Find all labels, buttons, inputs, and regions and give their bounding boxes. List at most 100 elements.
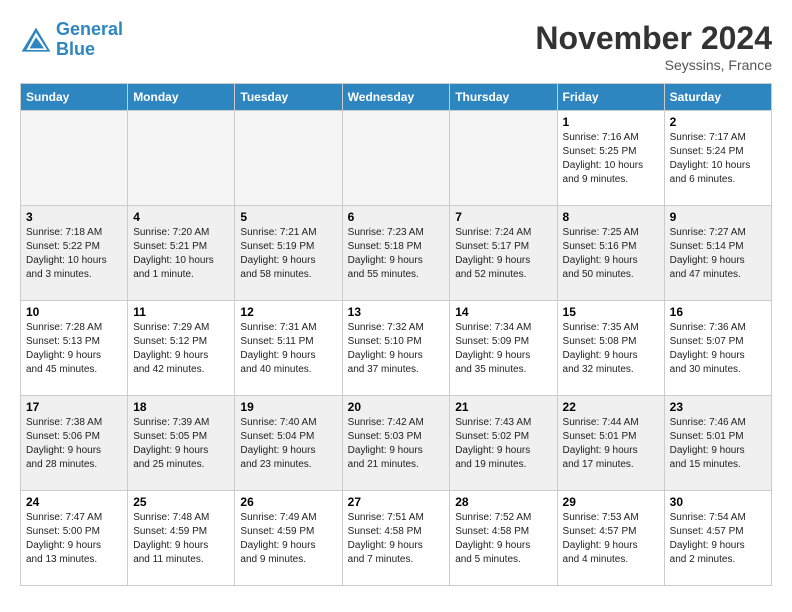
day-number: 4 (133, 210, 229, 224)
day-number: 7 (455, 210, 551, 224)
weekday-header-monday: Monday (128, 84, 235, 111)
calendar-cell: 20 Sunrise: 7:42 AM Sunset: 5:03 PM Dayli… (342, 396, 450, 491)
calendar-cell: 13 Sunrise: 7:32 AM Sunset: 5:10 PM Dayli… (342, 301, 450, 396)
month-title: November 2024 (535, 20, 772, 57)
logo-line2: Blue (56, 39, 95, 59)
calendar-cell: 8Sunrise: 7:25 AM Sunset: 5:16 PM Daylig… (557, 206, 664, 301)
day-info: Sunrise: 7:42 AM Sunset: 5:03 PM Dayligh… (348, 416, 445, 472)
calendar-cell: 6 Sunrise: 7:23 AM Sunset: 5:18 PM Daylig… (342, 206, 450, 301)
calendar-cell: 14 Sunrise: 7:34 AM Sunset: 5:09 PM Dayli… (450, 301, 557, 396)
day-number: 6 (348, 210, 445, 224)
day-number: 15 (563, 305, 659, 319)
day-info: Sunrise: 7:53 AM Sunset: 4:57 PM Dayligh… (563, 511, 659, 567)
calendar: SundayMondayTuesdayWednesdayThursdayFrid… (20, 83, 772, 586)
calendar-cell: 22Sunrise: 7:44 AM Sunset: 5:01 PM Dayli… (557, 396, 664, 491)
calendar-cell: 25 Sunrise: 7:48 AM Sunset: 4:59 PM Dayli… (128, 491, 235, 586)
day-number: 25 (133, 495, 229, 509)
day-info: Sunrise: 7:17 AM Sunset: 5:24 PM Dayligh… (670, 131, 766, 187)
calendar-cell: 11 Sunrise: 7:29 AM Sunset: 5:12 PM Dayli… (128, 301, 235, 396)
day-info: Sunrise: 7:24 AM Sunset: 5:17 PM Dayligh… (455, 226, 551, 282)
day-number: 19 (240, 400, 336, 414)
day-info: Sunrise: 7:40 AM Sunset: 5:04 PM Dayligh… (240, 416, 336, 472)
day-number: 1 (563, 115, 659, 129)
day-number: 24 (26, 495, 122, 509)
day-info: Sunrise: 7:35 AM Sunset: 5:08 PM Dayligh… (563, 321, 659, 377)
day-number: 14 (455, 305, 551, 319)
calendar-cell: 3 Sunrise: 7:18 AM Sunset: 5:22 PM Daylig… (21, 206, 128, 301)
day-info: Sunrise: 7:29 AM Sunset: 5:12 PM Dayligh… (133, 321, 229, 377)
day-number: 16 (670, 305, 766, 319)
calendar-cell: 7 Sunrise: 7:24 AM Sunset: 5:17 PM Daylig… (450, 206, 557, 301)
day-info: Sunrise: 7:38 AM Sunset: 5:06 PM Dayligh… (26, 416, 122, 472)
day-number: 23 (670, 400, 766, 414)
calendar-cell: 27Sunrise: 7:51 AM Sunset: 4:58 PM Dayli… (342, 491, 450, 586)
day-info: Sunrise: 7:34 AM Sunset: 5:09 PM Dayligh… (455, 321, 551, 377)
day-number: 3 (26, 210, 122, 224)
calendar-cell: 9Sunrise: 7:27 AM Sunset: 5:14 PM Daylig… (664, 206, 771, 301)
day-info: Sunrise: 7:46 AM Sunset: 5:01 PM Dayligh… (670, 416, 766, 472)
day-info: Sunrise: 7:49 AM Sunset: 4:59 PM Dayligh… (240, 511, 336, 567)
day-number: 9 (670, 210, 766, 224)
logo-text: General Blue (56, 20, 123, 60)
day-number: 2 (670, 115, 766, 129)
day-number: 30 (670, 495, 766, 509)
week-row-3: 10 Sunrise: 7:28 AM Sunset: 5:13 PM Dayli… (21, 301, 772, 396)
weekday-header-tuesday: Tuesday (235, 84, 342, 111)
calendar-cell: 10 Sunrise: 7:28 AM Sunset: 5:13 PM Dayli… (21, 301, 128, 396)
weekday-header-row: SundayMondayTuesdayWednesdayThursdayFrid… (21, 84, 772, 111)
calendar-cell: 15 Sunrise: 7:35 AM Sunset: 5:08 PM Dayli… (557, 301, 664, 396)
day-info: Sunrise: 7:44 AM Sunset: 5:01 PM Dayligh… (563, 416, 659, 472)
calendar-cell: 1 Sunrise: 7:16 AM Sunset: 5:25 PM Daylig… (557, 111, 664, 206)
calendar-cell: 29 Sunrise: 7:53 AM Sunset: 4:57 PM Dayli… (557, 491, 664, 586)
week-row-1: 1 Sunrise: 7:16 AM Sunset: 5:25 PM Daylig… (21, 111, 772, 206)
day-info: Sunrise: 7:23 AM Sunset: 5:18 PM Dayligh… (348, 226, 445, 282)
day-number: 13 (348, 305, 445, 319)
week-row-4: 17 Sunrise: 7:38 AM Sunset: 5:06 PM Dayli… (21, 396, 772, 491)
day-number: 17 (26, 400, 122, 414)
calendar-cell (450, 111, 557, 206)
day-info: Sunrise: 7:28 AM Sunset: 5:13 PM Dayligh… (26, 321, 122, 377)
day-info: Sunrise: 7:47 AM Sunset: 5:00 PM Dayligh… (26, 511, 122, 567)
calendar-cell: 26 Sunrise: 7:49 AM Sunset: 4:59 PM Dayli… (235, 491, 342, 586)
day-number: 18 (133, 400, 229, 414)
calendar-cell: 2 Sunrise: 7:17 AM Sunset: 5:24 PM Daylig… (664, 111, 771, 206)
day-info: Sunrise: 7:20 AM Sunset: 5:21 PM Dayligh… (133, 226, 229, 282)
title-block: November 2024 Seyssins, France (535, 20, 772, 73)
day-number: 11 (133, 305, 229, 319)
day-info: Sunrise: 7:32 AM Sunset: 5:10 PM Dayligh… (348, 321, 445, 377)
day-info: Sunrise: 7:21 AM Sunset: 5:19 PM Dayligh… (240, 226, 336, 282)
day-info: Sunrise: 7:31 AM Sunset: 5:11 PM Dayligh… (240, 321, 336, 377)
day-number: 26 (240, 495, 336, 509)
day-info: Sunrise: 7:48 AM Sunset: 4:59 PM Dayligh… (133, 511, 229, 567)
logo-icon (20, 26, 52, 54)
calendar-cell: 16Sunrise: 7:36 AM Sunset: 5:07 PM Dayli… (664, 301, 771, 396)
day-number: 5 (240, 210, 336, 224)
logo-line1: General (56, 19, 123, 39)
day-info: Sunrise: 7:16 AM Sunset: 5:25 PM Dayligh… (563, 131, 659, 187)
weekday-header-friday: Friday (557, 84, 664, 111)
calendar-cell: 30Sunrise: 7:54 AM Sunset: 4:57 PM Dayli… (664, 491, 771, 586)
calendar-cell: 19 Sunrise: 7:40 AM Sunset: 5:04 PM Dayli… (235, 396, 342, 491)
weekday-header-saturday: Saturday (664, 84, 771, 111)
weekday-header-wednesday: Wednesday (342, 84, 450, 111)
day-number: 20 (348, 400, 445, 414)
calendar-cell: 5 Sunrise: 7:21 AM Sunset: 5:19 PM Daylig… (235, 206, 342, 301)
calendar-cell: 17 Sunrise: 7:38 AM Sunset: 5:06 PM Dayli… (21, 396, 128, 491)
day-number: 21 (455, 400, 551, 414)
calendar-cell (342, 111, 450, 206)
day-number: 8 (563, 210, 659, 224)
week-row-2: 3 Sunrise: 7:18 AM Sunset: 5:22 PM Daylig… (21, 206, 772, 301)
day-number: 10 (26, 305, 122, 319)
location: Seyssins, France (535, 57, 772, 73)
day-info: Sunrise: 7:18 AM Sunset: 5:22 PM Dayligh… (26, 226, 122, 282)
weekday-header-thursday: Thursday (450, 84, 557, 111)
week-row-5: 24 Sunrise: 7:47 AM Sunset: 5:00 PM Dayli… (21, 491, 772, 586)
calendar-cell: 4 Sunrise: 7:20 AM Sunset: 5:21 PM Daylig… (128, 206, 235, 301)
calendar-cell (21, 111, 128, 206)
calendar-cell (235, 111, 342, 206)
page-header: General Blue November 2024 Seyssins, Fra… (20, 20, 772, 73)
day-number: 29 (563, 495, 659, 509)
day-info: Sunrise: 7:43 AM Sunset: 5:02 PM Dayligh… (455, 416, 551, 472)
day-info: Sunrise: 7:39 AM Sunset: 5:05 PM Dayligh… (133, 416, 229, 472)
calendar-cell (128, 111, 235, 206)
